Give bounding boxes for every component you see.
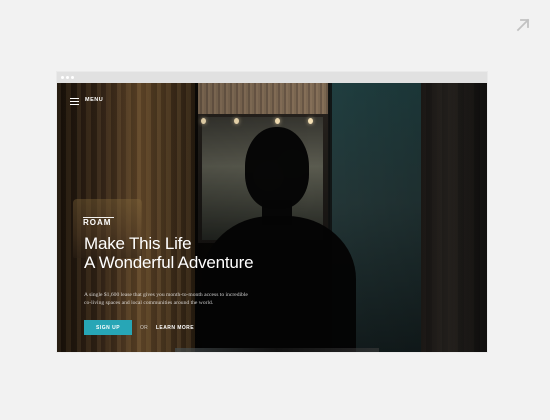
headline-line-2: A Wonderful Adventure [84, 253, 254, 272]
browser-dot-icon [61, 76, 64, 79]
learn-more-link[interactable]: LEARN MORE [156, 325, 194, 331]
arrow-up-right-icon[interactable] [515, 17, 531, 33]
subcopy-line-1: A single $1,600 lease that gives you mon… [84, 292, 248, 298]
cta-row: SIGN UP OR LEARN MORE [84, 320, 194, 335]
browser-dot-icon [71, 76, 74, 79]
or-separator: OR [140, 324, 148, 331]
browser-dot-icon [66, 76, 69, 79]
hero-overlay [57, 83, 487, 352]
brand-logo: ROAM [83, 217, 115, 227]
bottom-scroll-indicator [175, 348, 379, 352]
menu-label[interactable]: MENU [85, 98, 103, 104]
sign-up-button[interactable]: SIGN UP [84, 320, 132, 335]
browser-titlebar [57, 72, 487, 83]
hero-subcopy: A single $1,600 lease that gives you mon… [84, 291, 299, 307]
page: MENU ROAM Make This Life A Wonderful Adv… [0, 0, 550, 420]
subcopy-line-2: co-living spaces and local communities a… [84, 300, 214, 307]
hamburger-icon[interactable] [70, 97, 79, 105]
hero-headline: Make This Life A Wonderful Adventure [84, 234, 294, 272]
menu-button[interactable]: MENU [70, 96, 103, 106]
hero-section: MENU ROAM Make This Life A Wonderful Adv… [57, 83, 487, 352]
browser-window: MENU ROAM Make This Life A Wonderful Adv… [57, 72, 487, 352]
headline-line-1: Make This Life [84, 234, 192, 253]
